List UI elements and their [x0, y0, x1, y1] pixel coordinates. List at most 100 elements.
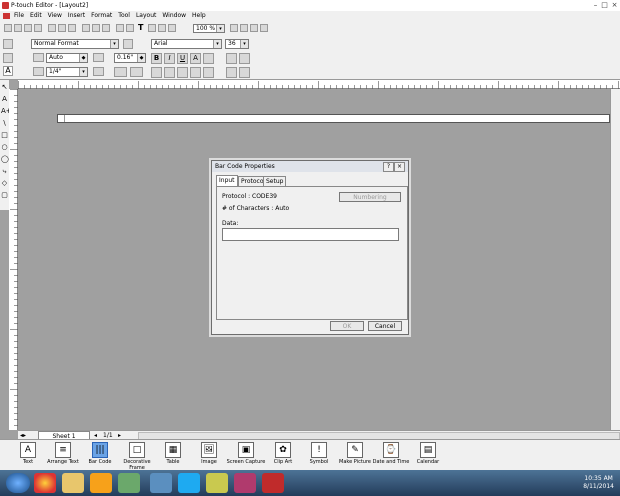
italic-button[interactable]: I: [164, 53, 175, 64]
page-nav-next-icon[interactable]: ▸: [118, 432, 121, 439]
insert-image-icon[interactable]: [148, 24, 156, 32]
margin-icon[interactable]: [93, 53, 104, 62]
document-icon[interactable]: [3, 13, 10, 19]
clock[interactable]: 10:35 AM 8/11/2014: [583, 475, 614, 491]
paper-properties-icon[interactable]: [3, 53, 13, 63]
rounded-rect-icon[interactable]: ○: [1, 143, 8, 152]
length-icon[interactable]: [33, 53, 44, 62]
paste-icon[interactable]: [102, 24, 110, 32]
justify-icon[interactable]: [190, 67, 201, 78]
rectangle-icon[interactable]: □: [1, 131, 8, 140]
menu-tool[interactable]: Tool: [118, 11, 130, 21]
open-icon[interactable]: [14, 24, 22, 32]
ptouch-taskbar-icon[interactable]: [234, 473, 256, 493]
menu-layout[interactable]: Layout: [136, 11, 156, 21]
align-right-icon[interactable]: [177, 67, 188, 78]
arrange-text-icon[interactable]: A+: [1, 107, 12, 116]
data-input[interactable]: [222, 228, 399, 241]
menu-format[interactable]: Format: [91, 11, 112, 21]
explorer-icon[interactable]: [62, 473, 84, 493]
media-player-icon[interactable]: [90, 473, 112, 493]
page-properties-icon[interactable]: [3, 39, 13, 49]
font-size-up-icon[interactable]: [239, 53, 250, 64]
vertical-scrollbar[interactable]: [610, 89, 620, 430]
undo-icon[interactable]: [116, 24, 124, 32]
ok-button[interactable]: OK: [330, 321, 364, 331]
preview-icon[interactable]: [48, 24, 56, 32]
tape-width-select[interactable]: 1/4" ▾: [46, 67, 88, 77]
printer-icon[interactable]: [240, 24, 248, 32]
cut-icon[interactable]: [82, 24, 90, 32]
dock-screen-capture-button[interactable]: ▣ Screen Capture: [226, 442, 266, 465]
page-nav-prev-icon[interactable]: ◂: [94, 432, 97, 439]
rotate-icon[interactable]: [123, 39, 133, 49]
paint-icon[interactable]: [118, 473, 140, 493]
layout-icon[interactable]: [260, 24, 268, 32]
sheet-nav-icon[interactable]: ◂▸: [20, 432, 26, 439]
chrome-icon[interactable]: [34, 473, 56, 493]
text-fit-icon[interactable]: [239, 67, 250, 78]
outline-button[interactable]: A: [190, 53, 201, 64]
ellipse-icon[interactable]: ◯: [1, 155, 9, 164]
cancel-button[interactable]: Cancel: [368, 321, 402, 331]
layout-format-select[interactable]: Normal Format ▾: [31, 39, 119, 49]
menu-insert[interactable]: Insert: [68, 11, 85, 21]
bold-button[interactable]: B: [151, 53, 162, 64]
screen-icon[interactable]: [150, 473, 172, 493]
underline-button[interactable]: U: [177, 53, 188, 64]
line-icon[interactable]: \: [1, 119, 8, 128]
background-icon[interactable]: [114, 67, 127, 77]
tape-color-icon[interactable]: [93, 67, 104, 76]
database-icon[interactable]: [58, 24, 66, 32]
select-arrow-icon[interactable]: ↖: [1, 83, 8, 92]
text-properties-icon[interactable]: A: [3, 66, 13, 76]
char-spacing-icon[interactable]: [226, 53, 237, 64]
new-icon[interactable]: [4, 24, 12, 32]
dock-table-button[interactable]: ▦ Table: [153, 442, 193, 465]
transfer-icon[interactable]: [168, 24, 176, 32]
curve-icon[interactable]: ⤷: [1, 167, 8, 176]
redo-icon[interactable]: [126, 24, 134, 32]
eraser-icon[interactable]: ◇: [1, 179, 8, 188]
text-icon[interactable]: A: [1, 95, 8, 104]
dock-make-picture-button[interactable]: ✎ Make Picture: [335, 442, 375, 465]
menu-help[interactable]: Help: [192, 11, 206, 21]
menu-file[interactable]: File: [14, 11, 24, 21]
frame-icon[interactable]: [130, 67, 143, 77]
font-size-select[interactable]: 36 ▾: [225, 39, 249, 49]
snap-icon[interactable]: [230, 24, 238, 32]
skype-icon[interactable]: [178, 473, 200, 493]
menu-view[interactable]: View: [48, 11, 62, 21]
shield-icon[interactable]: [262, 473, 284, 493]
dock-symbol-button[interactable]: ! Symbol: [299, 442, 339, 465]
zoom-select[interactable]: 100 % ▾: [193, 24, 225, 33]
print-setup-icon[interactable]: [68, 24, 76, 32]
margin-field[interactable]: 0.16" ◆: [114, 53, 146, 63]
text-tool-icon[interactable]: T: [138, 23, 143, 32]
dock-clip-art-button[interactable]: ✿ Clip Art: [263, 442, 303, 465]
dock-calendar-button[interactable]: ▤ Calendar: [408, 442, 448, 465]
print-icon[interactable]: [34, 24, 42, 32]
object-properties-icon[interactable]: [158, 24, 166, 32]
align-left-icon[interactable]: [151, 67, 162, 78]
frame-icon[interactable]: ▢: [1, 191, 8, 200]
menu-edit[interactable]: Edit: [30, 11, 42, 21]
copy-icon[interactable]: [92, 24, 100, 32]
calculator-icon[interactable]: [206, 473, 228, 493]
dock-date-and-time-button[interactable]: ⌚ Date and Time: [371, 442, 411, 465]
vertical-text-icon[interactable]: [203, 67, 214, 78]
maximize-icon[interactable]: □: [600, 1, 609, 9]
dialog-close-icon[interactable]: ×: [394, 162, 405, 172]
minimize-icon[interactable]: –: [591, 1, 600, 9]
save-icon[interactable]: [24, 24, 32, 32]
tape-width-icon[interactable]: [33, 67, 44, 76]
text-color-icon[interactable]: [226, 67, 237, 78]
dock-text-button[interactable]: A Text: [8, 442, 48, 465]
shadow-icon[interactable]: [203, 53, 214, 64]
label-tape[interactable]: [57, 114, 610, 123]
dock-image-button[interactable]: 🖼 Image: [189, 442, 229, 465]
dock-decorative-frame-button[interactable]: □ Decorative Frame: [117, 442, 157, 471]
help-icon[interactable]: [250, 24, 258, 32]
close-icon[interactable]: ×: [610, 1, 619, 9]
numbering-button[interactable]: Numbering: [339, 192, 401, 202]
